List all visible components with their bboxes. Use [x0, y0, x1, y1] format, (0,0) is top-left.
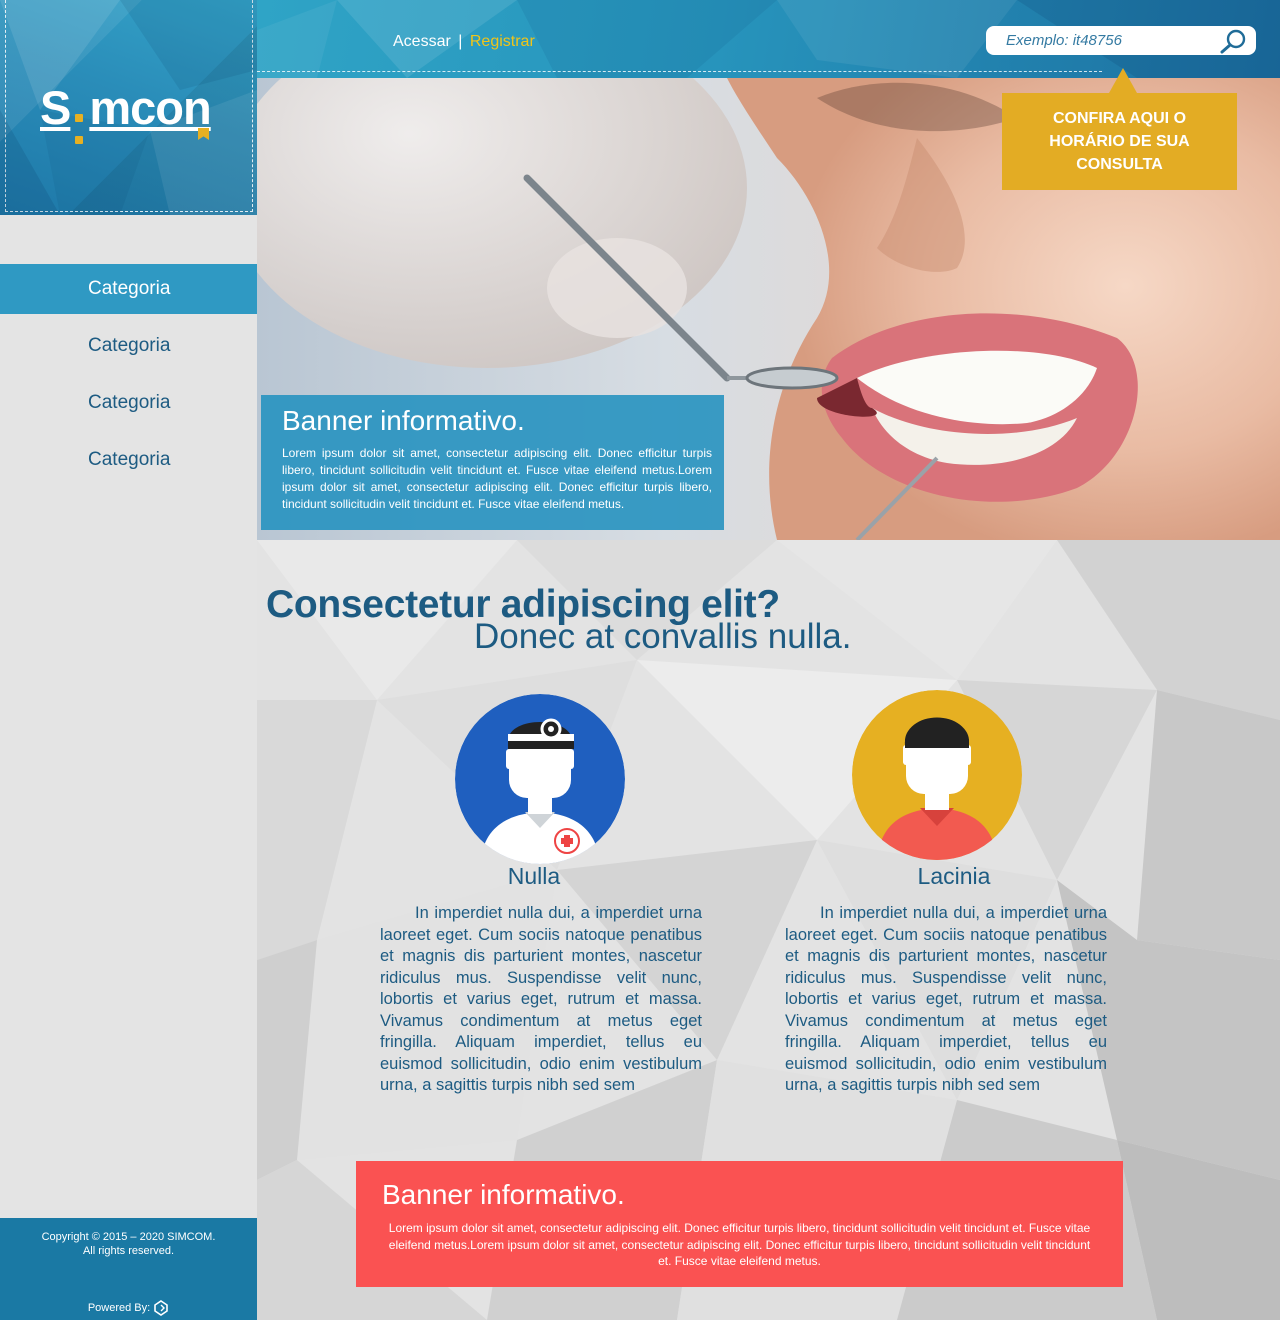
cta-callout: CONFIRA AQUI O HORÁRIO DE SUA CONSULTA	[1002, 68, 1237, 190]
info-banner-text: Lorem ipsum dolor sit amet, consectetur …	[388, 1221, 1091, 1268]
powered-by[interactable]: Powered By:	[0, 1300, 257, 1316]
sidebar-item-categoria-1[interactable]: Categoria	[0, 264, 260, 314]
register-link[interactable]: Registrar	[470, 33, 535, 50]
card-text-lacinia: In imperdiet nulla dui, a imperdiet urna…	[785, 904, 1107, 1094]
search-icon[interactable]	[1218, 28, 1248, 54]
card-name-nulla: Nulla	[507, 863, 561, 889]
search-input[interactable]	[1006, 29, 1216, 52]
page-subheadline: Donec at convallis nulla.	[474, 617, 852, 656]
sidebar-item-categoria-2[interactable]: Categoria	[0, 320, 260, 371]
hero-title: Banner informativo.	[282, 405, 525, 436]
copyright: Copyright © 2015 – 2020 SIMCOM. All righ…	[0, 1230, 257, 1258]
hero-info-box: Banner informativo. Lorem ipsum dolor si…	[261, 395, 724, 530]
copyright-line-1: Copyright © 2015 – 2020 SIMCOM.	[41, 1231, 216, 1243]
logo-text-left: S	[40, 81, 71, 134]
auth-links: Acessar | Registrar	[393, 33, 535, 51]
doctor-avatar-icon	[455, 694, 625, 864]
login-link[interactable]: Acessar	[393, 33, 451, 50]
sidebar-item-categoria-3[interactable]: Categoria	[0, 377, 260, 428]
header-divider	[257, 71, 1102, 72]
card-text-nulla: In imperdiet nulla dui, a imperdiet urna…	[380, 904, 702, 1094]
copyright-line-2: All rights reserved.	[82, 1245, 175, 1257]
hero-text: Lorem ipsum dolor sit amet, consectetur …	[282, 446, 712, 511]
logo-panel: S mcon	[0, 0, 257, 215]
logo-colon-icon	[75, 114, 84, 144]
info-banner-red: Banner informativo. Lorem ipsum dolor si…	[356, 1161, 1123, 1287]
card-name-lacinia: Lacinia	[917, 863, 991, 889]
powered-by-logo-icon	[154, 1300, 168, 1316]
search-box	[986, 26, 1256, 55]
powered-by-label: Powered By:	[87, 1302, 151, 1314]
cta-arrow-icon	[1109, 68, 1137, 93]
logo-text-right: mcon	[89, 81, 211, 134]
footer: Copyright © 2015 – 2020 SIMCOM. All righ…	[0, 1218, 257, 1320]
sidebar-nav: Categoria Categoria Categoria Categoria	[0, 264, 260, 491]
logo[interactable]: S mcon	[40, 81, 212, 146]
sidebar-item-categoria-4[interactable]: Categoria	[0, 434, 260, 485]
patient-avatar-icon	[852, 690, 1022, 860]
sidebar: S mcon Categoria Categoria Categoria Cat…	[0, 0, 260, 1320]
cta-button[interactable]: CONFIRA AQUI O HORÁRIO DE SUA CONSULTA	[1002, 93, 1237, 190]
auth-separator: |	[458, 33, 463, 50]
info-banner-title: Banner informativo.	[382, 1179, 625, 1210]
